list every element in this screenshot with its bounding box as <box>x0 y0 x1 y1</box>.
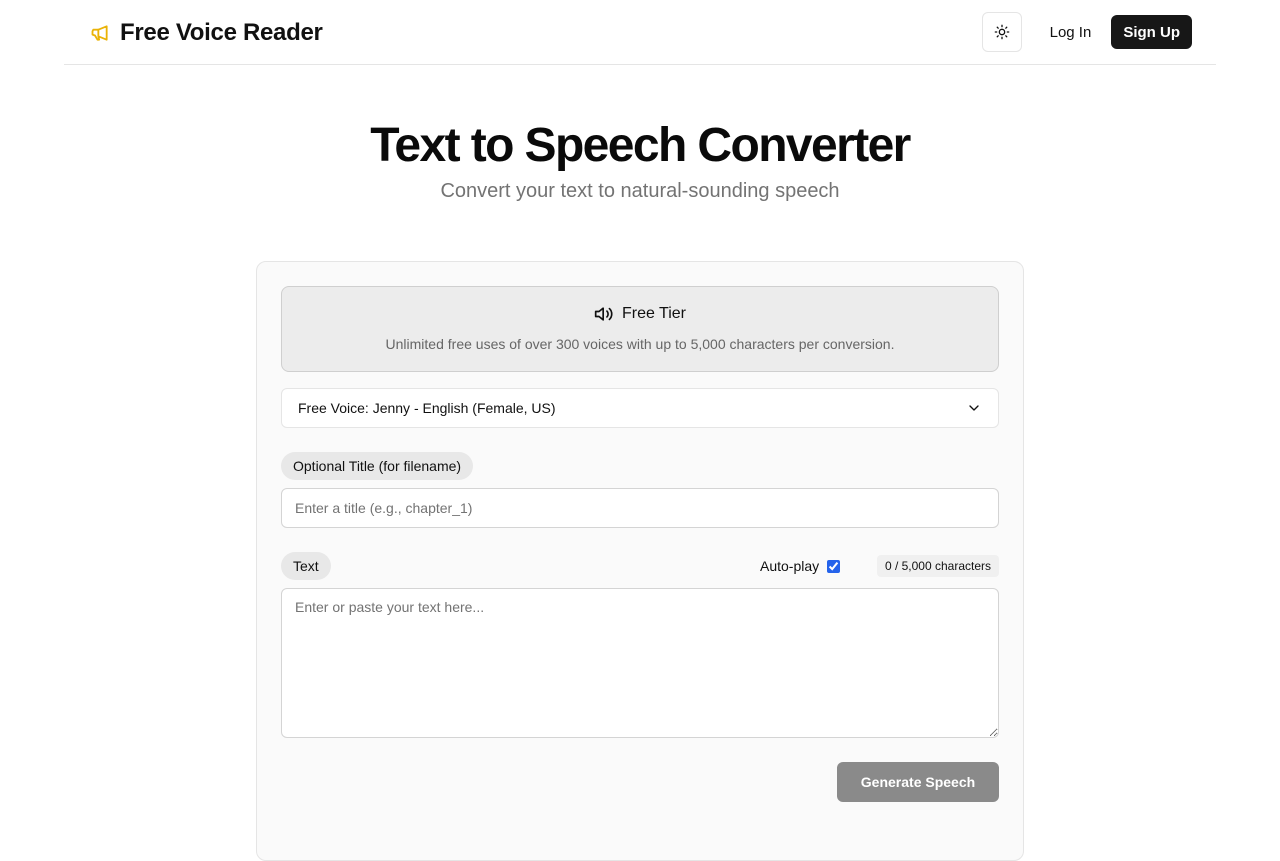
header-actions: Log In Sign Up <box>981 12 1192 52</box>
text-input[interactable] <box>281 588 999 738</box>
character-counter: 0 / 5,000 characters <box>876 555 999 577</box>
site-header: Free Voice Reader Log In Sign Up <box>64 0 1216 65</box>
voice-select[interactable]: Free Voice: Jenny - English (Female, US) <box>281 388 999 428</box>
title-input[interactable] <box>281 488 999 528</box>
megaphone-icon <box>90 23 110 43</box>
page-title: Text to Speech Converter <box>370 119 911 172</box>
chevron-down-icon <box>966 400 982 416</box>
voice-select-value: Free Voice: Jenny - English (Female, US) <box>298 400 556 416</box>
autoplay-label: Auto-play <box>760 558 820 574</box>
speaker-icon <box>594 304 614 324</box>
autoplay-checkbox[interactable] <box>827 559 841 573</box>
tier-description: Unlimited free uses of over 300 voices w… <box>385 336 895 352</box>
login-button[interactable]: Log In <box>1038 15 1104 49</box>
free-tier-banner: Free Tier Unlimited free uses of over 30… <box>281 286 999 372</box>
generate-speech-button[interactable]: Generate Speech <box>837 762 999 802</box>
text-field-label: Text <box>281 552 331 580</box>
autoplay-control: Auto-play <box>760 556 841 576</box>
signup-button[interactable]: Sign Up <box>1111 15 1192 49</box>
tier-title: Free Tier <box>621 305 686 322</box>
page-subtitle: Convert your text to natural-sounding sp… <box>440 180 840 202</box>
brand-name: Free Voice Reader <box>120 19 323 46</box>
sun-icon <box>994 24 1010 40</box>
brand[interactable]: Free Voice Reader <box>90 18 323 48</box>
tier-heading: Free Tier <box>282 304 998 324</box>
converter-card: Free Tier Unlimited free uses of over 30… <box>256 261 1024 861</box>
title-field-label: Optional Title (for filename) <box>281 452 474 480</box>
theme-toggle-button[interactable] <box>981 12 1022 52</box>
